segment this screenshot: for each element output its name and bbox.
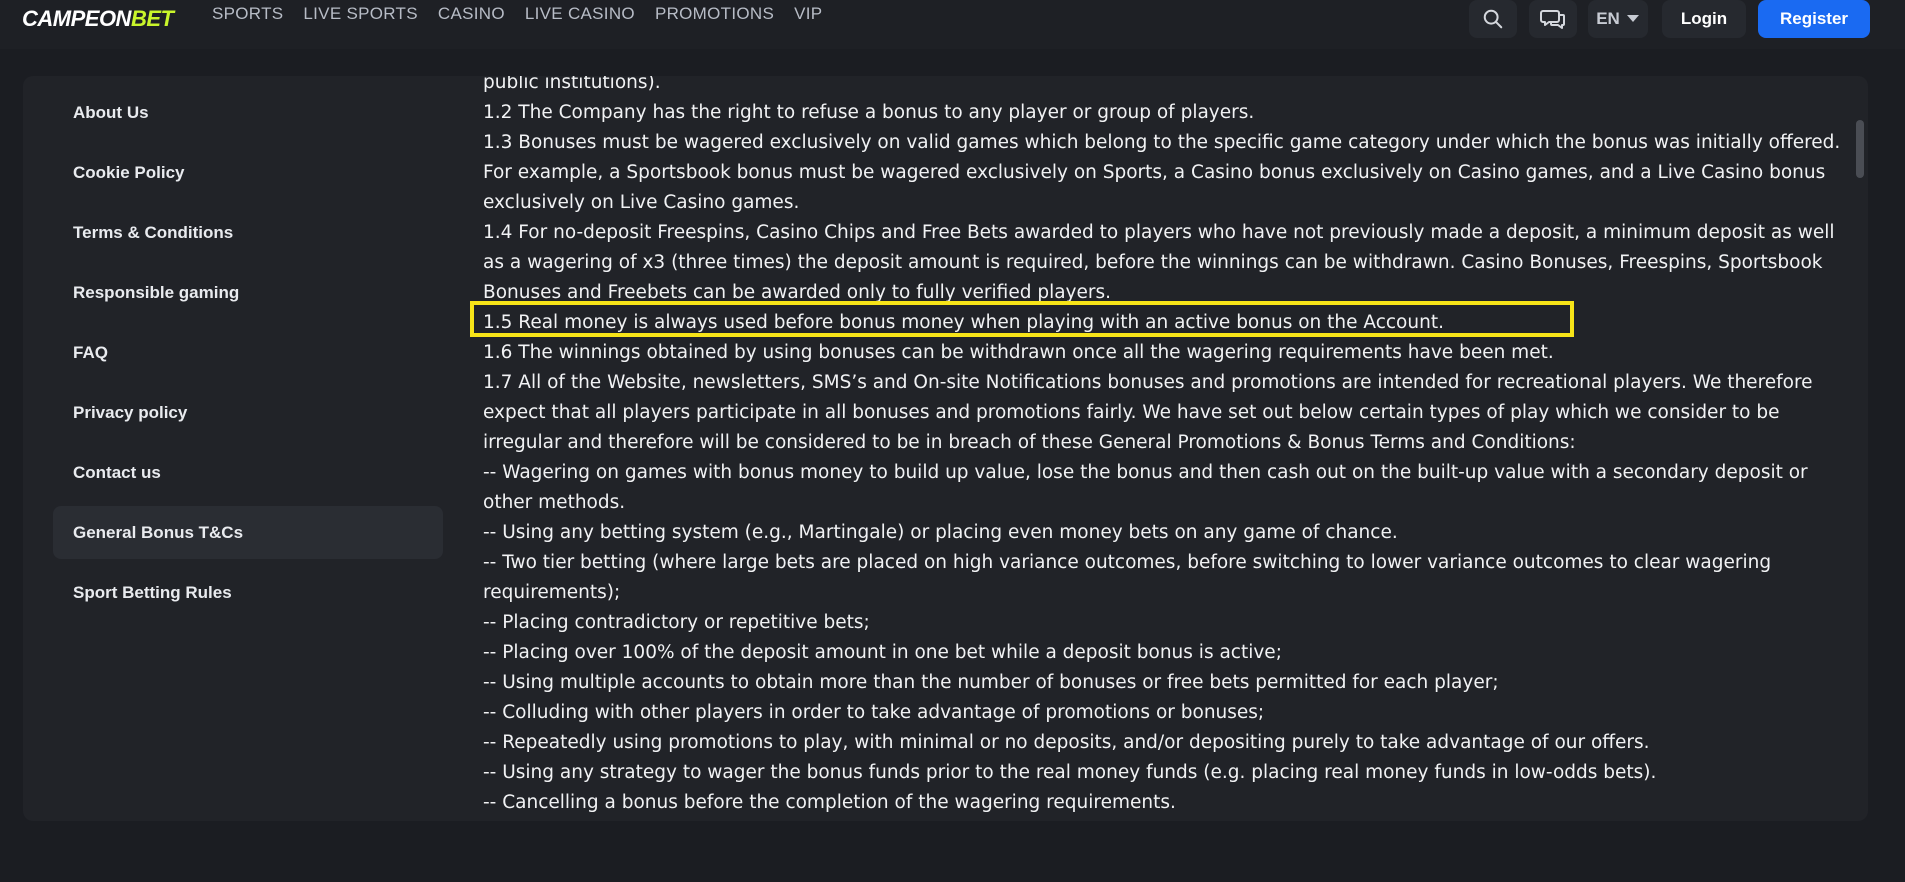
sidebar-item-responsible-gaming[interactable]: Responsible gaming bbox=[53, 266, 443, 319]
nav-promotions[interactable]: PROMOTIONS bbox=[655, 4, 774, 24]
chat-icon bbox=[1540, 10, 1565, 29]
terms-list-item: -- Placing over 100% of the deposit amou… bbox=[483, 642, 1282, 663]
nav-live-casino[interactable]: LIVE CASINO bbox=[525, 4, 635, 24]
terms-list-item: -- Placing contradictory or repetitive b… bbox=[483, 612, 870, 633]
sidebar-item-contact-us[interactable]: Contact us bbox=[53, 446, 443, 499]
main-nav: SPORTS LIVE SPORTS CASINO LIVE CASINO PR… bbox=[212, 4, 842, 24]
terms-list-item: -- Using any betting system (e.g., Marti… bbox=[483, 522, 1398, 543]
chevron-down-icon bbox=[1626, 15, 1639, 22]
chat-button[interactable] bbox=[1529, 0, 1577, 38]
search-button[interactable] bbox=[1469, 0, 1517, 38]
info-sidebar: About Us Cookie Policy Terms & Condition… bbox=[53, 86, 443, 626]
terms-paragraph-highlighted: 1.5 Real money is always used before bon… bbox=[483, 312, 1444, 333]
nav-live-sports[interactable]: LIVE SPORTS bbox=[303, 4, 417, 24]
sidebar-item-terms-conditions[interactable]: Terms & Conditions bbox=[53, 206, 443, 259]
campeonbet-logo[interactable]: CAMPEONBET bbox=[22, 6, 174, 32]
terms-list-item: -- Colluding with other players in order… bbox=[483, 702, 1265, 723]
logo-main: CAMPEON bbox=[22, 6, 131, 31]
terms-list-item: -- Cancelling a bonus before the complet… bbox=[483, 792, 1176, 813]
terms-content: public institutions). 1.2 The Company ha… bbox=[483, 76, 1853, 818]
nav-casino[interactable]: CASINO bbox=[438, 4, 505, 24]
sidebar-item-sport-betting-rules[interactable]: Sport Betting Rules bbox=[53, 566, 443, 619]
terms-paragraph: 1.6 The winnings obtained by using bonus… bbox=[483, 342, 1554, 363]
language-selector[interactable]: EN bbox=[1588, 0, 1648, 38]
terms-panel: About Us Cookie Policy Terms & Condition… bbox=[23, 76, 1868, 821]
terms-list-item: -- Two tier betting (where large bets ar… bbox=[483, 552, 1772, 603]
sidebar-item-cookie-policy[interactable]: Cookie Policy bbox=[53, 146, 443, 199]
nav-vip[interactable]: VIP bbox=[794, 4, 822, 24]
sidebar-item-faq[interactable]: FAQ bbox=[53, 326, 443, 379]
terms-paragraph: 1.2 The Company has the right to refuse … bbox=[483, 102, 1255, 123]
top-header: CAMPEONBET SPORTS LIVE SPORTS CASINO LIV… bbox=[0, 0, 1905, 49]
terms-list-item: -- Repeatedly using promotions to play, … bbox=[483, 732, 1650, 753]
terms-paragraph: 1.3 Bonuses must be wagered exclusively … bbox=[483, 132, 1841, 213]
language-label: EN bbox=[1596, 9, 1620, 28]
sidebar-item-about-us[interactable]: About Us bbox=[53, 86, 443, 139]
terms-paragraph: 1.7 All of the Website, newsletters, SMS… bbox=[483, 372, 1813, 453]
sidebar-item-privacy-policy[interactable]: Privacy policy bbox=[53, 386, 443, 439]
sidebar-item-general-bonus-tcs[interactable]: General Bonus T&Cs bbox=[53, 506, 443, 559]
terms-list-item: -- Using any strategy to wager the bonus… bbox=[483, 762, 1657, 783]
login-button[interactable]: Login bbox=[1662, 0, 1746, 38]
logo-accent: BET bbox=[130, 6, 174, 31]
terms-list-item: -- Wagering on games with bonus money to… bbox=[483, 462, 1808, 513]
terms-paragraph: 1.4 For no-deposit Freespins, Casino Chi… bbox=[483, 222, 1835, 303]
terms-paragraph: public institutions). bbox=[483, 76, 661, 93]
terms-list-item: -- Using multiple accounts to obtain mor… bbox=[483, 672, 1499, 693]
content-scrollbar[interactable] bbox=[1856, 120, 1864, 178]
search-icon bbox=[1483, 9, 1503, 29]
register-button[interactable]: Register bbox=[1758, 0, 1870, 38]
nav-sports[interactable]: SPORTS bbox=[212, 4, 283, 24]
